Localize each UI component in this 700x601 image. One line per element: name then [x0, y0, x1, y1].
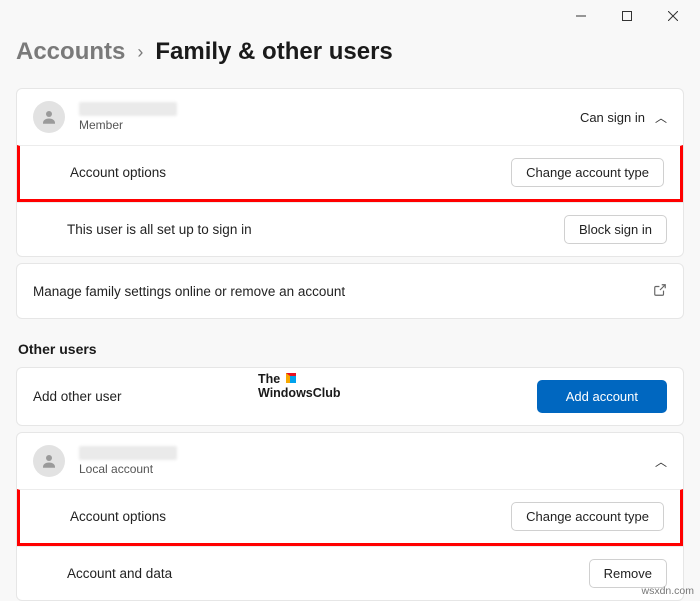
user-name-redacted: [79, 102, 177, 116]
account-options-row: Account options Change account type: [17, 145, 683, 202]
other-user-header[interactable]: Local account ︿: [17, 433, 683, 489]
user-role: Local account: [79, 462, 177, 476]
signin-setup-text: This user is all set up to sign in: [67, 222, 252, 237]
breadcrumb-parent[interactable]: Accounts: [16, 38, 125, 66]
breadcrumb: Accounts › Family & other users: [16, 38, 684, 66]
chevron-up-icon: ︿: [655, 453, 667, 470]
maximize-button[interactable]: [604, 0, 650, 32]
account-options-row-2: Account options Change account type: [17, 489, 683, 546]
chevron-up-icon: ︿: [655, 109, 667, 126]
user-name-redacted: [79, 446, 177, 460]
account-data-row: Account and data Remove: [17, 546, 683, 600]
account-options-label: Account options: [70, 165, 166, 180]
account-data-label: Account and data: [67, 566, 172, 581]
add-account-button[interactable]: Add account: [537, 380, 667, 413]
signin-status: Can sign in: [580, 110, 645, 125]
block-signin-button[interactable]: Block sign in: [564, 215, 667, 244]
add-other-user-card: Add other user Add account: [16, 367, 684, 426]
signin-setup-row: This user is all set up to sign in Block…: [17, 202, 683, 256]
manage-family-link-label: Manage family settings online or remove …: [33, 284, 345, 299]
close-button[interactable]: [650, 0, 696, 32]
change-account-type-button[interactable]: Change account type: [511, 158, 664, 187]
family-user-card: Member Can sign in ︿ Account options Cha…: [16, 88, 684, 257]
user-avatar-icon: [33, 445, 65, 477]
account-options-label-2: Account options: [70, 509, 166, 524]
change-account-type-button-2[interactable]: Change account type: [511, 502, 664, 531]
user-role: Member: [79, 118, 177, 132]
remove-account-button[interactable]: Remove: [589, 559, 667, 588]
add-other-user-label: Add other user: [33, 389, 122, 404]
chevron-right-icon: ›: [137, 42, 143, 63]
user-avatar-icon: [33, 101, 65, 133]
external-link-icon: [653, 283, 667, 300]
source-watermark: wsxdn.com: [641, 585, 694, 597]
other-user-card: Local account ︿ Account options Change a…: [16, 432, 684, 601]
other-users-section-title: Other users: [18, 341, 684, 357]
page-title: Family & other users: [155, 38, 392, 66]
window-titlebar: [0, 0, 700, 32]
minimize-button[interactable]: [558, 0, 604, 32]
manage-family-link-card[interactable]: Manage family settings online or remove …: [16, 263, 684, 319]
family-user-header[interactable]: Member Can sign in ︿: [17, 89, 683, 145]
